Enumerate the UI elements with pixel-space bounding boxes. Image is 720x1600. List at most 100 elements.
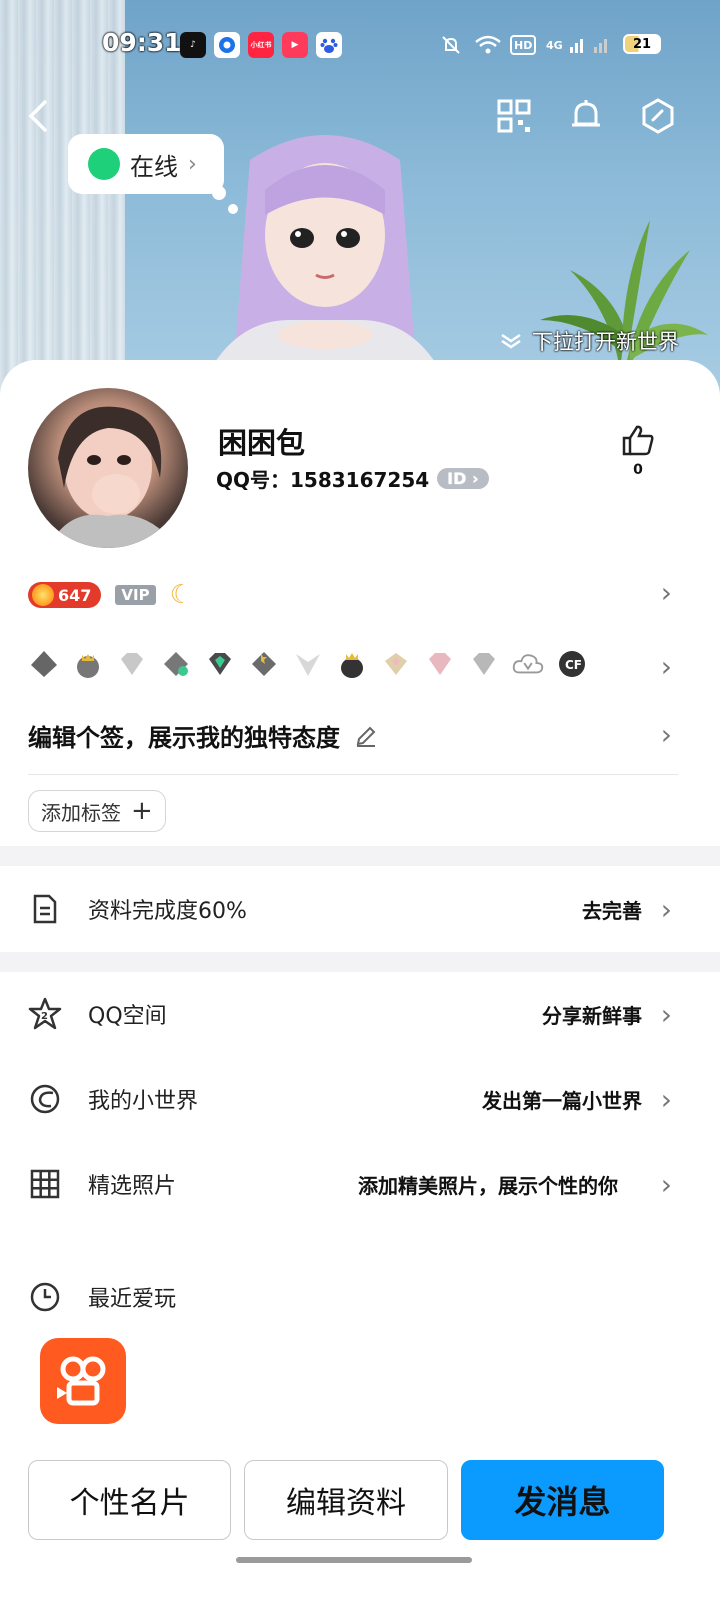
- completeness-label: 资料完成度60%: [88, 899, 247, 924]
- 3d-avatar-illustration: [200, 135, 450, 390]
- plus-icon: +: [131, 796, 153, 826]
- small-world-row[interactable]: 我的小世界 发出第一篇小世界 ›: [0, 1069, 720, 1129]
- svg-text:CF: CF: [565, 658, 582, 672]
- avatar[interactable]: [28, 388, 188, 548]
- qq-number-line[interactable]: QQ号：1583167254 ID ›: [216, 464, 489, 493]
- bell-icon: [572, 100, 600, 127]
- mute-bell-icon: [440, 33, 462, 57]
- completeness-hint: 去完善: [582, 898, 642, 923]
- avatar-photo: [48, 406, 178, 548]
- small-world-icon: [28, 1082, 62, 1116]
- like-button[interactable]: 0: [616, 424, 660, 478]
- like-count: 0: [633, 462, 643, 478]
- chevron-right-icon: ›: [660, 718, 672, 751]
- penguin-badge-icon: [28, 648, 60, 680]
- pull-hint-label: 下拉打开新世界: [532, 330, 679, 354]
- recent-play-row: 最近爱玩: [0, 1267, 720, 1327]
- star-icon: 2: [28, 997, 62, 1031]
- chevron-right-icon: ›: [660, 650, 672, 683]
- qq-number: QQ号：1583167254: [216, 468, 430, 492]
- xiaohongshu-icon: 小红书: [248, 32, 274, 58]
- featured-photos-row[interactable]: 精选照片 添加精美照片，展示个性的你 ›: [0, 1154, 720, 1214]
- edit-profile-button[interactable]: 编辑资料: [244, 1460, 448, 1540]
- hexagon-settings-icon: [642, 98, 674, 134]
- chevron-right-icon: ›: [188, 151, 197, 177]
- vip-badge: VIP: [115, 585, 156, 605]
- silver-diamond-badge-icon: [468, 648, 500, 680]
- status-bar: 09:31 ♪ 小红书 ▶ HD 4G 21: [0, 24, 720, 64]
- recent-play-label: 最近爱玩: [88, 1287, 177, 1312]
- 4g-indicator: 4G: [546, 38, 563, 52]
- battery-indicator: 21: [623, 34, 661, 54]
- level-badge-row[interactable]: 647 VIP ☾: [28, 578, 688, 612]
- settings-button[interactable]: [638, 96, 678, 136]
- profile-card-button[interactable]: 个性名片: [28, 1460, 232, 1540]
- moon-icon: ☾: [169, 580, 193, 610]
- featured-photos-hint: 添加精美照片，展示个性的你: [358, 1173, 618, 1198]
- sun-icon: [32, 584, 54, 606]
- notification-button[interactable]: [566, 96, 606, 136]
- green-diamond-badge-icon: [204, 648, 236, 680]
- document-icon: [28, 892, 62, 926]
- bubble-tail: [228, 204, 238, 214]
- small-world-hint: 发出第一篇小世界: [482, 1088, 642, 1113]
- penguin-king-badge-icon: [336, 648, 368, 680]
- chevron-right-icon: ›: [660, 997, 672, 1031]
- profile-cover[interactable]: 09:31 ♪ 小红书 ▶ HD 4G 21 在线 › 下拉打开新世界: [0, 0, 720, 400]
- divider: [28, 774, 678, 775]
- cloud-v-badge-icon: [512, 648, 544, 680]
- qr-code-button[interactable]: [494, 96, 534, 136]
- back-arrow-icon: [28, 100, 47, 132]
- video-icon: ▶: [282, 32, 308, 58]
- send-message-button[interactable]: 发消息: [460, 1460, 664, 1540]
- pencil-icon: [356, 726, 376, 747]
- cf-game-badge-icon: CF: [556, 648, 588, 680]
- add-tag-label: 添加标签: [41, 800, 121, 825]
- grid-icon: [28, 1167, 62, 1201]
- small-world-label: 我的小世界: [88, 1089, 199, 1114]
- diamond-badge-icon: [116, 648, 148, 680]
- wifi-icon: [474, 33, 502, 57]
- signal-icon: [570, 33, 616, 57]
- hd-indicator: HD: [510, 35, 537, 55]
- qzone-row[interactable]: 2 QQ空间 分享新鲜事 ›: [0, 984, 720, 1044]
- chevron-right-icon: ›: [660, 1167, 672, 1201]
- pull-down-hint[interactable]: 下拉打开新世界: [500, 326, 679, 356]
- id-badge[interactable]: ID ›: [437, 468, 489, 489]
- penguin-green-badge-icon: [160, 648, 192, 680]
- back-button[interactable]: [18, 96, 58, 136]
- profile-completeness-row[interactable]: 资料完成度60% 去完善 ›: [0, 879, 720, 939]
- nickname: 困困包: [218, 426, 306, 460]
- home-indicator[interactable]: [236, 1557, 472, 1563]
- qzone-hint: 分享新鲜事: [542, 1003, 642, 1028]
- chevron-right-icon: ›: [660, 1082, 672, 1116]
- kuaishou-app-icon[interactable]: [40, 1338, 126, 1424]
- signature-text: 编辑个签，展示我的独特态度: [28, 724, 340, 752]
- thumbs-up-icon: [622, 425, 654, 456]
- level-badge: 647: [28, 582, 102, 608]
- achievement-badges-row[interactable]: CF: [28, 644, 608, 684]
- baidu-icon: [316, 32, 342, 58]
- signature-edit[interactable]: 编辑个签，展示我的独特态度: [28, 718, 378, 753]
- featured-photos-label: 精选照片: [88, 1174, 177, 1199]
- section-separator: [0, 846, 720, 866]
- penguin-star-badge-icon: [248, 648, 280, 680]
- status-time: 09:31: [102, 28, 182, 57]
- double-chevron-down-icon: [501, 333, 521, 349]
- chevron-right-icon: ›: [660, 576, 672, 609]
- online-status-label: 在线: [130, 152, 178, 181]
- online-dot-icon: [88, 148, 120, 180]
- browser-icon: [214, 32, 240, 58]
- section-separator: [0, 952, 720, 972]
- level-number: 647: [58, 585, 92, 605]
- bubble-tail: [212, 186, 226, 200]
- online-status-button[interactable]: 在线 ›: [68, 134, 224, 194]
- pink-diamond-badge-icon: [424, 648, 456, 680]
- gold-diamond-badge-icon: [380, 648, 412, 680]
- bottom-action-bar: 个性名片 编辑资料 发消息: [28, 1460, 664, 1540]
- qr-code-icon: [497, 99, 531, 133]
- penguin-crown-badge-icon: [72, 648, 104, 680]
- chevron-right-icon: ›: [660, 892, 672, 926]
- add-tag-button[interactable]: 添加标签 +: [28, 790, 166, 832]
- wing-badge-icon: [292, 648, 324, 680]
